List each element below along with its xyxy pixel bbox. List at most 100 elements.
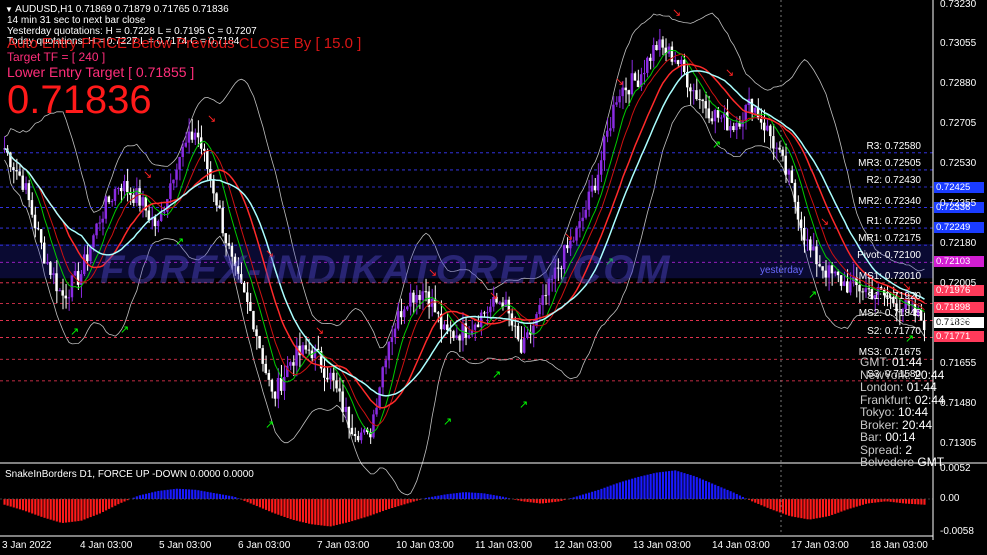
buy-arrow-icon: ↗ bbox=[175, 236, 184, 248]
time-tick-label: 5 Jan 03:00 bbox=[159, 540, 212, 551]
price-tick-label: 0.72180 bbox=[940, 238, 977, 250]
candle-body bbox=[701, 99, 704, 102]
candle-body bbox=[836, 271, 840, 276]
candle-body bbox=[833, 271, 837, 274]
candle-body bbox=[849, 281, 852, 293]
time-tick-label: 6 Jan 03:00 bbox=[238, 540, 291, 551]
candle-body bbox=[329, 372, 332, 380]
candle-body bbox=[673, 60, 677, 62]
candle-body bbox=[178, 156, 181, 170]
time-tick-label: 14 Jan 03:00 bbox=[712, 540, 770, 551]
candle-body bbox=[15, 169, 18, 172]
candle-body bbox=[307, 349, 311, 351]
candle-body bbox=[393, 328, 397, 338]
buy-arrow-icon: ↗ bbox=[519, 399, 528, 411]
candle-body bbox=[326, 377, 329, 380]
candle-body bbox=[790, 170, 794, 183]
candle-body bbox=[58, 290, 61, 292]
candle-body bbox=[498, 302, 501, 304]
price-tick-label: 0.73055 bbox=[940, 38, 977, 50]
candle-body bbox=[206, 150, 209, 170]
candle-body bbox=[784, 155, 787, 175]
sell-arrow-icon: ↘ bbox=[143, 169, 152, 181]
candle-body bbox=[21, 175, 24, 190]
pivot-label: R2: 0.72430 bbox=[866, 175, 922, 187]
pivot-label: MS1: 0.72010 bbox=[858, 270, 921, 282]
candle-body bbox=[772, 136, 775, 149]
candle-body bbox=[362, 429, 366, 433]
candle-body bbox=[612, 104, 615, 129]
candle-body bbox=[867, 288, 871, 290]
candle-body bbox=[735, 122, 738, 131]
pivot-label: R3: 0.72580 bbox=[866, 140, 922, 152]
candle-body bbox=[141, 197, 144, 206]
candle-body bbox=[593, 185, 597, 191]
candle-body bbox=[584, 209, 587, 218]
sub-window-title: SnakeInBorders D1, FORCE UP -DOWN 0.0000… bbox=[5, 469, 254, 480]
candle-body bbox=[652, 45, 655, 61]
session-row: Spread: 2 bbox=[860, 444, 912, 456]
candle-body bbox=[544, 295, 547, 297]
candle-body bbox=[190, 131, 194, 140]
candle-body bbox=[442, 324, 446, 330]
candle-body bbox=[436, 312, 440, 314]
candle-body bbox=[33, 214, 37, 229]
current-price-big: 0.71836 bbox=[7, 78, 152, 122]
candle-body bbox=[412, 292, 415, 303]
candle-body bbox=[252, 311, 255, 330]
candle-body bbox=[636, 80, 640, 87]
buy-arrow-icon: ↗ bbox=[712, 139, 721, 151]
candle-body bbox=[762, 122, 766, 131]
candle-body bbox=[67, 297, 71, 299]
candle-body bbox=[806, 239, 809, 241]
candle-body bbox=[344, 406, 347, 412]
collapse-triangle-icon[interactable]: ▼ bbox=[5, 5, 13, 14]
candle-body bbox=[350, 427, 354, 435]
candle-body bbox=[42, 242, 46, 264]
candle-body bbox=[821, 266, 824, 271]
pivot-label: S1: 0.71920 bbox=[867, 291, 921, 303]
candle-body bbox=[255, 329, 258, 337]
candle-body bbox=[692, 90, 695, 92]
yesterday-level-label: yesterday bbox=[760, 265, 804, 276]
session-row: Bar: 00:14 bbox=[860, 431, 915, 443]
candle-body bbox=[818, 264, 821, 267]
candle-body bbox=[759, 118, 763, 123]
sell-arrow-icon: ↘ bbox=[564, 231, 573, 243]
candle-body bbox=[261, 348, 264, 364]
candle-body bbox=[147, 210, 151, 221]
price-tag: 0.72249 bbox=[934, 222, 984, 234]
candle-body bbox=[384, 360, 387, 368]
session-row: GMT: 01:44 bbox=[860, 356, 922, 368]
candle-body bbox=[187, 131, 191, 143]
candle-body bbox=[922, 320, 926, 331]
candle-body bbox=[322, 368, 326, 378]
price-tick-label: 0.71830 bbox=[940, 317, 977, 329]
candle-body bbox=[399, 311, 403, 318]
candle-body bbox=[396, 311, 400, 329]
candle-body bbox=[615, 102, 618, 105]
candle-body bbox=[289, 362, 292, 366]
candle-body bbox=[61, 290, 64, 296]
candle-body bbox=[258, 336, 261, 349]
pivot-label: Pivot: 0.72100 bbox=[857, 250, 921, 262]
candle-body bbox=[621, 87, 624, 97]
time-tick-label: 17 Jan 03:00 bbox=[791, 540, 849, 551]
candle-body bbox=[433, 298, 437, 313]
candle-body bbox=[24, 183, 28, 190]
candle-body bbox=[526, 332, 529, 338]
candle-body bbox=[710, 118, 714, 122]
candle-body bbox=[482, 312, 486, 314]
price-tick-label: 0.71305 bbox=[940, 437, 977, 449]
candle-body bbox=[356, 436, 360, 441]
buy-arrow-icon: ↗ bbox=[265, 419, 274, 431]
candle-body bbox=[55, 273, 58, 292]
candle-body bbox=[39, 229, 43, 243]
session-name: Belvedere bbox=[860, 455, 915, 469]
candle-body bbox=[264, 363, 267, 374]
candle-body bbox=[846, 281, 849, 293]
candle-body bbox=[418, 294, 421, 300]
candle-body bbox=[458, 335, 461, 341]
price-tag: 0.71898 bbox=[934, 302, 984, 314]
candle-body bbox=[279, 377, 283, 391]
